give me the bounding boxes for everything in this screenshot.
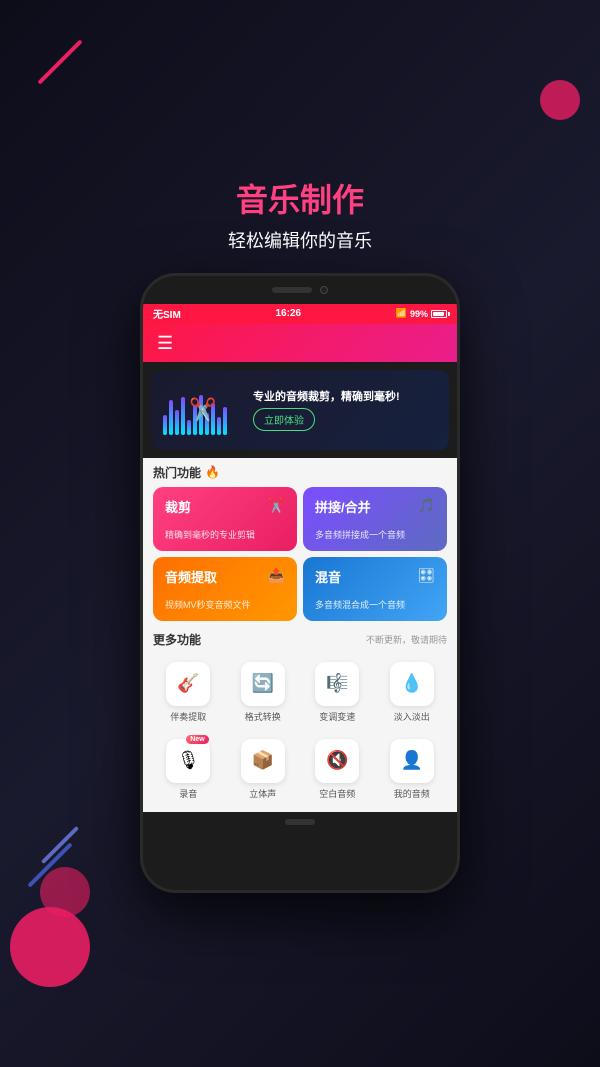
- more-section-note: 不断更新，敬请期待: [366, 633, 447, 646]
- section-header: 热门功能 🔥: [153, 464, 447, 481]
- hot-card-extract[interactable]: 音频提取 📤 视频MV秒变音频文件: [153, 557, 297, 621]
- bg-decoration-line-blue2: [41, 826, 79, 864]
- accompaniment-label: 伴奏提取: [170, 710, 206, 723]
- more-features-section: 更多功能 不断更新，敬请期待 🎸 伴奏提取 🔄 格式转换 🎼 变调变速 💧 淡入…: [143, 627, 457, 812]
- wifi-icon: 📶: [396, 308, 407, 319]
- more-item-fade[interactable]: 💧 淡入淡出: [377, 654, 448, 731]
- record-label: 录音: [179, 787, 197, 800]
- format-icon: 🔄: [241, 662, 285, 706]
- page-header: 音乐制作 轻松编辑你的音乐: [228, 175, 372, 253]
- more-item-pitch[interactable]: 🎼 变调变速: [302, 654, 373, 731]
- fade-icon: 💧: [390, 662, 434, 706]
- banner-try-button[interactable]: 立即体验: [253, 408, 315, 431]
- fade-label: 淡入淡出: [394, 710, 430, 723]
- menu-icon[interactable]: ☰: [157, 334, 173, 352]
- phone-speaker: [272, 287, 312, 293]
- hot-card-merge[interactable]: 拼接/合并 🎵 多音频拼接成一个音频: [303, 487, 447, 551]
- app-header: ☰: [143, 324, 457, 362]
- format-label: 格式转换: [245, 710, 281, 723]
- new-badge: New: [186, 735, 208, 744]
- more-item-accompaniment[interactable]: 🎸 伴奏提取: [153, 654, 224, 731]
- mix-icon: 🎛: [417, 567, 435, 584]
- battery-label: 99%: [410, 309, 428, 319]
- status-right: 📶 99%: [396, 308, 447, 319]
- phone-bottom: [143, 812, 457, 832]
- stereo-label: 立体声: [249, 787, 276, 800]
- more-section-header: 更多功能 不断更新，敬请期待: [153, 631, 447, 648]
- wave-bar: [181, 397, 185, 435]
- hot-card-merge-desc: 多音频拼接成一个音频: [315, 528, 435, 541]
- record-icon: 🎙: [166, 739, 210, 783]
- page-title: 音乐制作: [228, 175, 372, 221]
- scissors-icon: ✂️: [189, 397, 216, 423]
- hot-features-section: 热门功能 🔥 裁剪 ✂️ 精确到毫秒的专业剪辑 拼接/合并 🎵 多音频拼接成一个…: [143, 458, 457, 627]
- more-item-record[interactable]: New 🎙 录音: [153, 731, 224, 808]
- more-item-stereo[interactable]: 📦 立体声: [228, 731, 299, 808]
- hot-grid: 裁剪 ✂️ 精确到毫秒的专业剪辑 拼接/合并 🎵 多音频拼接成一个音频 音频提取…: [153, 487, 447, 621]
- carrier-label: 无SIM: [153, 306, 181, 321]
- banner: ✂️ 专业的音频裁剪，精确到毫秒! 立即体验: [151, 370, 449, 450]
- banner-title: 专业的音频裁剪，精确到毫秒!: [253, 388, 437, 404]
- myaudio-label: 我的音频: [394, 787, 430, 800]
- home-button[interactable]: [285, 819, 315, 825]
- hot-card-crop-label: 裁剪: [165, 497, 191, 516]
- bg-decoration-dot-pink: [540, 80, 580, 120]
- bg-decoration-line-red: [37, 39, 82, 84]
- status-bar: 无SIM 16:26 📶 99%: [143, 304, 457, 324]
- more-grid-row1: 🎸 伴奏提取 🔄 格式转换 🎼 变调变速 💧 淡入淡出: [153, 654, 447, 731]
- wave-bar: [175, 410, 179, 435]
- more-grid-row2: New 🎙 录音 📦 立体声 🔇 空白音频 👤 我的音频: [153, 731, 447, 808]
- extract-icon: 📤: [268, 567, 285, 584]
- blank-label: 空白音频: [319, 787, 355, 800]
- phone-camera: [320, 286, 328, 294]
- wave-bar: [163, 415, 167, 435]
- hot-card-extract-desc: 视频MV秒变音频文件: [165, 598, 285, 611]
- accompaniment-icon: 🎸: [166, 662, 210, 706]
- hot-section-title: 热门功能 🔥: [153, 464, 220, 481]
- pitch-label: 变调变速: [319, 710, 355, 723]
- time-label: 16:26: [275, 308, 301, 319]
- page-subtitle: 轻松编辑你的音乐: [228, 227, 372, 253]
- hot-card-mix[interactable]: 混音 🎛 多音频混合成一个音频: [303, 557, 447, 621]
- hot-card-crop-desc: 精确到毫秒的专业剪辑: [165, 528, 285, 541]
- pitch-icon: 🎼: [315, 662, 359, 706]
- bg-decoration-circle-pink2: [40, 867, 90, 917]
- phone-top-bar: [143, 276, 457, 304]
- more-item-blank[interactable]: 🔇 空白音频: [302, 731, 373, 808]
- wave-bar: [217, 417, 221, 435]
- wave-bar: [169, 400, 173, 435]
- banner-text: 专业的音频裁剪，精确到毫秒! 立即体验: [253, 388, 437, 431]
- banner-visual: ✂️: [163, 380, 243, 440]
- merge-icon: 🎵: [418, 497, 435, 514]
- bg-decoration-circle-pink: [10, 907, 90, 987]
- blank-icon: 🔇: [315, 739, 359, 783]
- stereo-icon: 📦: [241, 739, 285, 783]
- hot-card-merge-label: 拼接/合并: [315, 497, 371, 516]
- wave-bar: [223, 407, 227, 435]
- more-item-format[interactable]: 🔄 格式转换: [228, 654, 299, 731]
- more-section-title: 更多功能: [153, 631, 201, 648]
- battery-icon: [431, 310, 447, 318]
- hot-card-mix-desc: 多音频混合成一个音频: [315, 598, 435, 611]
- hot-card-extract-label: 音频提取: [165, 567, 217, 586]
- myaudio-icon: 👤: [390, 739, 434, 783]
- phone-frame: 无SIM 16:26 📶 99% ☰: [140, 273, 460, 893]
- more-item-myaudio[interactable]: 👤 我的音频: [377, 731, 448, 808]
- crop-icon: ✂️: [268, 497, 285, 514]
- hot-card-crop[interactable]: 裁剪 ✂️ 精确到毫秒的专业剪辑: [153, 487, 297, 551]
- hot-card-mix-label: 混音: [315, 567, 341, 586]
